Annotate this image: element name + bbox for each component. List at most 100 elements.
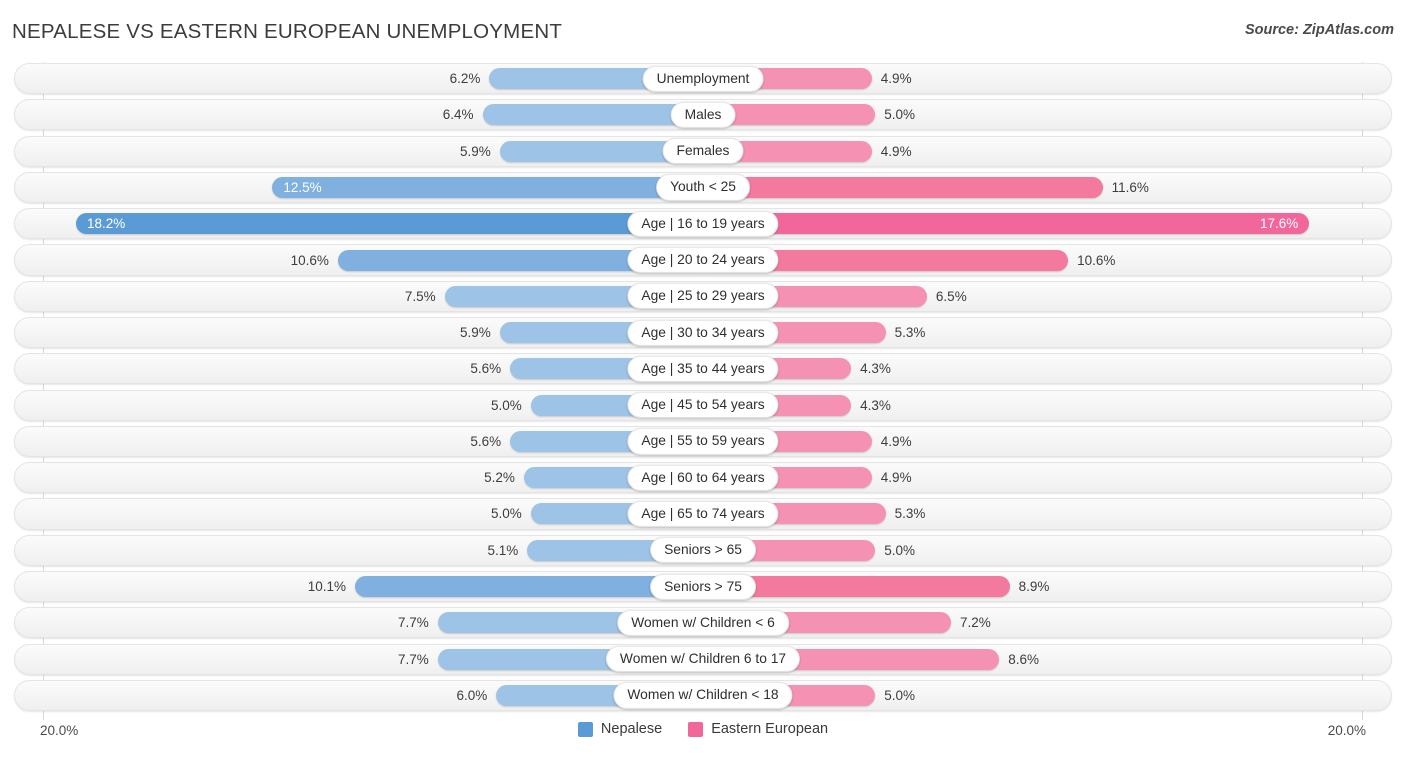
right-half: 10.6%: [703, 243, 1392, 276]
left-half: 5.1%: [14, 534, 703, 567]
legend-label: Nepalese: [600, 721, 663, 737]
category-label: Age | 30 to 34 years: [627, 319, 779, 346]
bar-value-eastern-european: 4.9%: [880, 143, 912, 159]
right-half: 5.3%: [703, 497, 1392, 530]
bar-eastern-european[interactable]: 11.6%: [703, 176, 1149, 198]
bar-value-eastern-european: 8.9%: [1018, 579, 1050, 595]
category-label: Seniors > 75: [650, 573, 756, 600]
table-row: 5.0% 4.3% Age | 45 to 54 years: [14, 389, 1392, 422]
bar-value-nepalese: 5.0%: [490, 506, 522, 522]
right-half: 4.9%: [703, 135, 1392, 168]
page-title: NEPALESE VS EASTERN EUROPEAN UNEMPLOYMEN…: [12, 20, 563, 43]
table-row: 5.9% 5.3% Age | 30 to 34 years: [14, 316, 1392, 349]
bar-value-nepalese: 5.9%: [459, 325, 491, 341]
right-half: 17.6%: [703, 207, 1392, 240]
bar-value-eastern-european: 7.2%: [960, 615, 991, 631]
category-label: Males: [670, 101, 736, 128]
bar-value-nepalese: 5.6%: [470, 361, 502, 377]
bar-value-eastern-european: 5.3%: [894, 506, 926, 522]
right-half: 4.9%: [703, 62, 1392, 95]
table-row: 5.2% 4.9% Age | 60 to 64 years: [14, 461, 1392, 494]
right-half: 8.6%: [703, 643, 1392, 676]
left-half: 6.4%: [14, 98, 703, 131]
left-half: 5.9%: [14, 316, 703, 349]
left-half: 5.0%: [14, 497, 703, 530]
bar-value-eastern-european: 17.6%: [1260, 216, 1299, 232]
left-half: 7.7%: [14, 606, 703, 639]
right-half: 4.9%: [703, 425, 1392, 458]
legend-item[interactable]: Nepalese: [577, 721, 663, 737]
bar-value-nepalese: 7.5%: [404, 288, 436, 304]
left-half: 6.2%: [14, 62, 703, 95]
bar-value-nepalese: 6.0%: [456, 687, 488, 703]
bar-value-eastern-european: 8.6%: [1008, 651, 1040, 667]
right-half: 4.9%: [703, 461, 1392, 494]
table-row: 10.6% 10.6% Age | 20 to 24 years: [14, 243, 1392, 276]
bar-eastern-european[interactable]: 17.6%: [703, 213, 1310, 235]
right-half: 5.0%: [703, 534, 1392, 567]
legend-label: Eastern European: [711, 721, 829, 737]
bar-rows-container: 6.2% 4.9% Unemployment 6.4% 5.0% Males 5.9% 4.9…: [14, 62, 1392, 712]
bar-value-eastern-european: 11.6%: [1111, 179, 1149, 195]
category-label: Youth < 25: [656, 174, 750, 201]
category-label: Women w/ Children 6 to 17: [605, 646, 801, 673]
left-half: 5.0%: [14, 389, 703, 422]
table-row: 7.7% 7.2% Women w/ Children < 6: [14, 606, 1392, 639]
left-half: 6.0%: [14, 679, 703, 712]
right-half: 11.6%: [703, 171, 1392, 204]
table-row: 6.4% 5.0% Males: [14, 98, 1392, 131]
bar-value-eastern-european: 4.3%: [860, 361, 891, 377]
bar-value-nepalese: 5.0%: [490, 397, 522, 413]
right-half: 6.5%: [703, 280, 1392, 313]
category-label: Women w/ Children < 18: [613, 682, 793, 709]
left-half: 5.2%: [14, 461, 703, 494]
category-label: Women w/ Children < 6: [617, 609, 789, 636]
bar-value-nepalese: 6.2%: [449, 71, 481, 87]
bar-value-nepalese: 5.6%: [470, 433, 502, 449]
category-label: Unemployment: [642, 65, 764, 92]
bar-value-eastern-european: 5.3%: [894, 325, 926, 341]
category-label: Age | 45 to 54 years: [627, 392, 779, 419]
table-row: 5.6% 4.9% Age | 55 to 59 years: [14, 425, 1392, 458]
category-label: Age | 16 to 19 years: [627, 210, 779, 237]
bar-nepalese[interactable]: 18.2%: [76, 213, 703, 235]
left-half: 7.7%: [14, 643, 703, 676]
bar-value-eastern-european: 4.9%: [880, 433, 912, 449]
bar-value-eastern-european: 4.9%: [880, 71, 912, 87]
table-row: 12.5% 11.6% Youth < 25: [14, 171, 1392, 204]
right-half: 4.3%: [703, 389, 1392, 422]
left-half: 5.6%: [14, 425, 703, 458]
category-label: Females: [662, 138, 744, 165]
right-half: 7.2%: [703, 606, 1392, 639]
bar-value-eastern-european: 5.0%: [884, 107, 916, 123]
bar-value-nepalese: 10.6%: [290, 252, 329, 268]
bar-value-nepalese: 7.7%: [397, 615, 429, 631]
category-label: Age | 35 to 44 years: [627, 355, 779, 382]
table-row: 5.0% 5.3% Age | 65 to 74 years: [14, 497, 1392, 530]
right-half: 8.9%: [703, 570, 1392, 603]
table-row: 5.9% 4.9% Females: [14, 135, 1392, 168]
bar-value-eastern-european: 4.3%: [860, 397, 891, 413]
chart-plot-area: 6.2% 4.9% Unemployment 6.4% 5.0% Males 5.9% 4.9…: [14, 62, 1392, 720]
bar-value-nepalese: 5.2%: [484, 470, 515, 486]
category-label: Age | 20 to 24 years: [627, 246, 779, 274]
bar-value-eastern-european: 10.6%: [1077, 252, 1116, 268]
left-half: 10.1%: [14, 570, 703, 603]
left-half: 12.5%: [14, 171, 703, 204]
legend-swatch-icon: [577, 721, 593, 737]
left-half: 7.5%: [14, 280, 703, 313]
legend-item[interactable]: Eastern European: [688, 721, 828, 737]
table-row: 5.1% 5.0% Seniors > 65: [14, 534, 1392, 567]
chart-legend: Nepalese Eastern European: [14, 721, 1392, 737]
category-label: Age | 25 to 29 years: [627, 283, 779, 310]
bar-nepalese[interactable]: 12.5%: [272, 176, 703, 198]
left-half: 10.6%: [14, 243, 703, 276]
chart-footer: 20.0% 20.0% Nepalese Eastern European: [14, 719, 1392, 745]
left-half: 5.6%: [14, 352, 703, 385]
bar-value-nepalese: 12.5%: [283, 179, 322, 195]
category-label: Age | 65 to 74 years: [627, 500, 779, 528]
right-half: 4.3%: [703, 352, 1392, 385]
bar-value-nepalese: 7.7%: [397, 651, 429, 667]
bar-value-nepalese: 10.1%: [307, 579, 347, 595]
category-label: Seniors > 65: [650, 537, 756, 564]
